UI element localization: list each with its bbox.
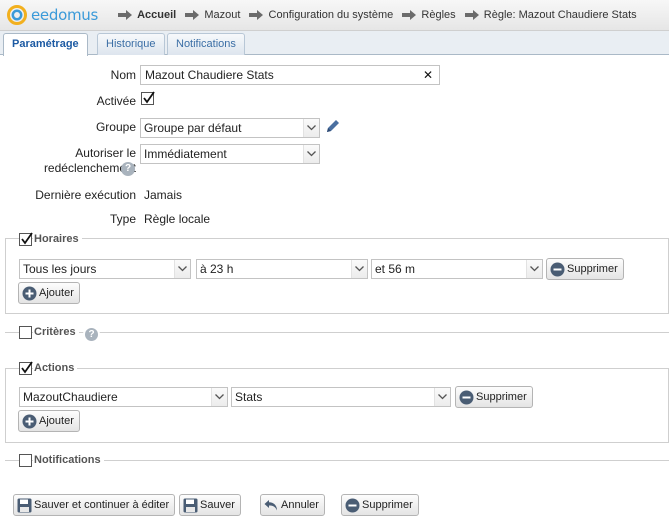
actions-device-select[interactable]: MazoutChaudiere [19, 387, 228, 407]
notifications-checkbox[interactable] [19, 454, 32, 467]
horaires-minute-select[interactable]: et 56 m [371, 259, 543, 279]
minus-circle-icon [550, 262, 565, 277]
tab-parametrage[interactable]: Paramétrage [3, 33, 88, 56]
delete-button[interactable]: Supprimer [341, 494, 419, 516]
minus-circle-icon [459, 390, 474, 405]
save-continue-button[interactable]: Sauver et continuer à éditer [13, 494, 176, 516]
tab-bar: Paramétrage Historique Notifications [0, 31, 669, 56]
chevron-down-icon [174, 260, 190, 278]
breadcrumb-regles[interactable]: Règles [421, 9, 455, 21]
actions-checkbox[interactable] [19, 361, 33, 375]
activee-checkbox[interactable] [141, 91, 155, 105]
criteres-title: Critères [33, 326, 79, 338]
arrow-right-icon [402, 10, 417, 20]
breadcrumb: Accueil Mazout Configuration du système … [118, 9, 643, 21]
nom-label: Nom [110, 68, 136, 82]
floppy-disk-icon [17, 498, 32, 513]
criteres-divider [5, 332, 669, 333]
clear-icon[interactable]: ✕ [423, 66, 433, 84]
cancel-button[interactable]: Annuler [260, 494, 325, 516]
arrow-right-icon [464, 10, 479, 20]
nom-input[interactable]: Mazout Chaudiere Stats ✕ [140, 65, 440, 85]
horaires-delete-button[interactable]: Supprimer [546, 258, 624, 280]
horaires-day-value: Tous les jours [23, 262, 97, 276]
chevron-down-icon [434, 388, 450, 406]
actions-title: Actions [33, 362, 78, 374]
autoriser-label-line1: Autoriser le [75, 146, 136, 160]
chevron-down-icon [526, 260, 542, 278]
horaires-add-button[interactable]: Ajouter [18, 282, 80, 304]
tab-historique[interactable]: Historique [97, 33, 165, 55]
nom-value: Mazout Chaudiere Stats [145, 68, 274, 82]
delete-label: Supprimer [362, 499, 413, 511]
logo-text[interactable]: eedomus [31, 6, 98, 24]
pencil-edit-icon[interactable] [325, 118, 341, 134]
breadcrumb-accueil[interactable]: Accueil [137, 9, 176, 21]
checkmark-icon [21, 232, 33, 245]
groupe-select[interactable]: Groupe par défaut [140, 118, 320, 138]
minus-circle-icon [345, 498, 360, 513]
horaires-checkbox[interactable] [19, 232, 33, 246]
notifications-divider [5, 460, 669, 461]
actions-action-value: Stats [235, 390, 263, 404]
redeclenchement-value: Immédiatement [144, 147, 227, 161]
type-value: Règle locale [144, 212, 211, 226]
arrow-right-icon [249, 10, 264, 20]
horaires-add-label: Ajouter [39, 287, 74, 299]
horaires-day-select[interactable]: Tous les jours [19, 259, 191, 279]
activee-label: Activée [96, 94, 136, 108]
criteres-checkbox[interactable] [19, 326, 32, 339]
breadcrumb-current-rule: Règle: Mazout Chaudiere Stats [483, 9, 637, 21]
actions-device-value: MazoutChaudiere [23, 390, 118, 404]
tab-notifications[interactable]: Notifications [167, 33, 245, 55]
cancel-label: Annuler [281, 499, 319, 511]
actions-add-button[interactable]: Ajouter [18, 410, 80, 432]
actions-action-select[interactable]: Stats [231, 387, 451, 407]
settings-panel: Nom Mazout Chaudiere Stats ✕ Activée Gro… [0, 56, 669, 525]
chevron-down-icon [303, 119, 319, 137]
help-icon[interactable]: ? [83, 326, 100, 343]
chevron-down-icon [303, 145, 319, 163]
arrow-right-icon [118, 10, 132, 20]
actions-add-label: Ajouter [39, 415, 74, 427]
top-bar: eedomus Accueil Mazout Configuration du … [0, 0, 669, 31]
save-button[interactable]: Sauver [179, 494, 241, 516]
groupe-value: Groupe par défaut [144, 121, 242, 135]
breadcrumb-mazout[interactable]: Mazout [204, 9, 240, 21]
derniere-execution-label: Dernière exécution [35, 188, 136, 202]
eedomus-logo-icon [7, 5, 27, 25]
undo-arrow-icon [264, 500, 277, 511]
checkmark-icon [21, 361, 33, 374]
horaires-hour-value: à 23 h [200, 262, 234, 276]
actions-delete-label: Supprimer [476, 391, 527, 403]
checkmark-icon [143, 91, 155, 104]
help-icon[interactable]: ? [121, 162, 135, 176]
save-continue-label: Sauver et continuer à éditer [34, 499, 170, 511]
notifications-title: Notifications [33, 454, 104, 466]
horaires-hour-select[interactable]: à 23 h [196, 259, 368, 279]
horaires-delete-label: Supprimer [567, 263, 618, 275]
breadcrumb-configuration[interactable]: Configuration du système [269, 9, 394, 21]
floppy-disk-icon [183, 498, 198, 513]
derniere-execution-value: Jamais [144, 188, 183, 202]
plus-circle-icon [22, 414, 37, 429]
actions-delete-button[interactable]: Supprimer [455, 386, 533, 408]
save-label: Sauver [200, 499, 235, 511]
chevron-down-icon [351, 260, 367, 278]
arrow-right-icon [185, 10, 200, 20]
plus-circle-icon [22, 286, 37, 301]
redeclenchement-select[interactable]: Immédiatement [140, 144, 320, 164]
type-label: Type [109, 212, 136, 226]
groupe-label: Groupe [95, 120, 136, 134]
horaires-minute-value: et 56 m [375, 262, 416, 276]
horaires-title: Horaires [33, 233, 82, 245]
chevron-down-icon [211, 388, 227, 406]
